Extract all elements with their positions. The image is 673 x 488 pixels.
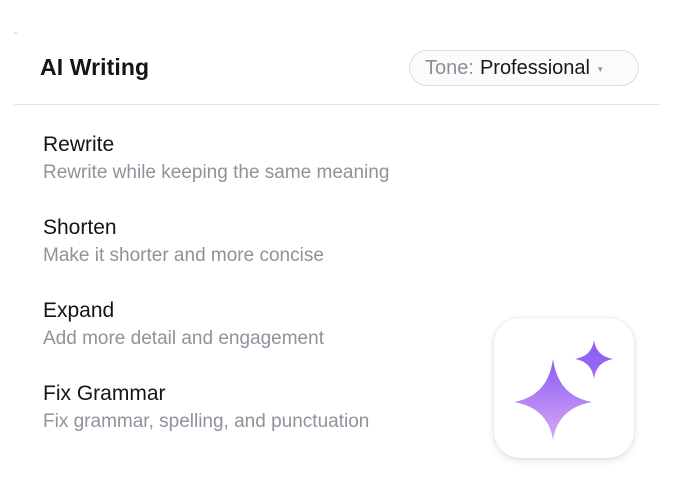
action-title: Rewrite [43,133,115,156]
action-rewrite[interactable]: Rewrite Rewrite while keeping the same m… [43,132,483,215]
action-title: Expand [43,299,115,322]
action-description: Fix grammar, spelling, and punctuation [43,411,370,432]
panel-header: AI Writing Tone: Professional ▾ [14,0,660,105]
app-icon [494,318,634,458]
action-description: Add more detail and engagement [43,328,324,349]
small-sparkle [575,340,613,379]
action-list: Rewrite Rewrite while keeping the same m… [43,132,483,464]
panel-title: AI Writing [40,54,150,80]
large-sparkle [514,359,592,440]
action-fix-grammar[interactable]: Fix Grammar Fix grammar, spelling, and p… [43,381,483,464]
tone-value: Professional [479,56,590,79]
tone-label: Tone: [425,56,474,79]
action-description: Make it shorter and more concise [43,245,324,266]
sparkles-icon [514,340,613,440]
action-title: Fix Grammar [43,382,166,405]
action-title: Shorten [43,216,117,239]
action-expand[interactable]: Expand Add more detail and engagement [43,298,483,381]
tone-dropdown[interactable]: Tone: Professional ▾ [409,50,639,86]
action-description: Rewrite while keeping the same meaning [43,162,390,183]
action-shorten[interactable]: Shorten Make it shorter and more concise [43,215,483,298]
ai-writing-panel: AI Writing Tone: Professional ▾ Rewrite … [0,0,673,488]
chevron-down-icon: ▾ [598,63,603,74]
